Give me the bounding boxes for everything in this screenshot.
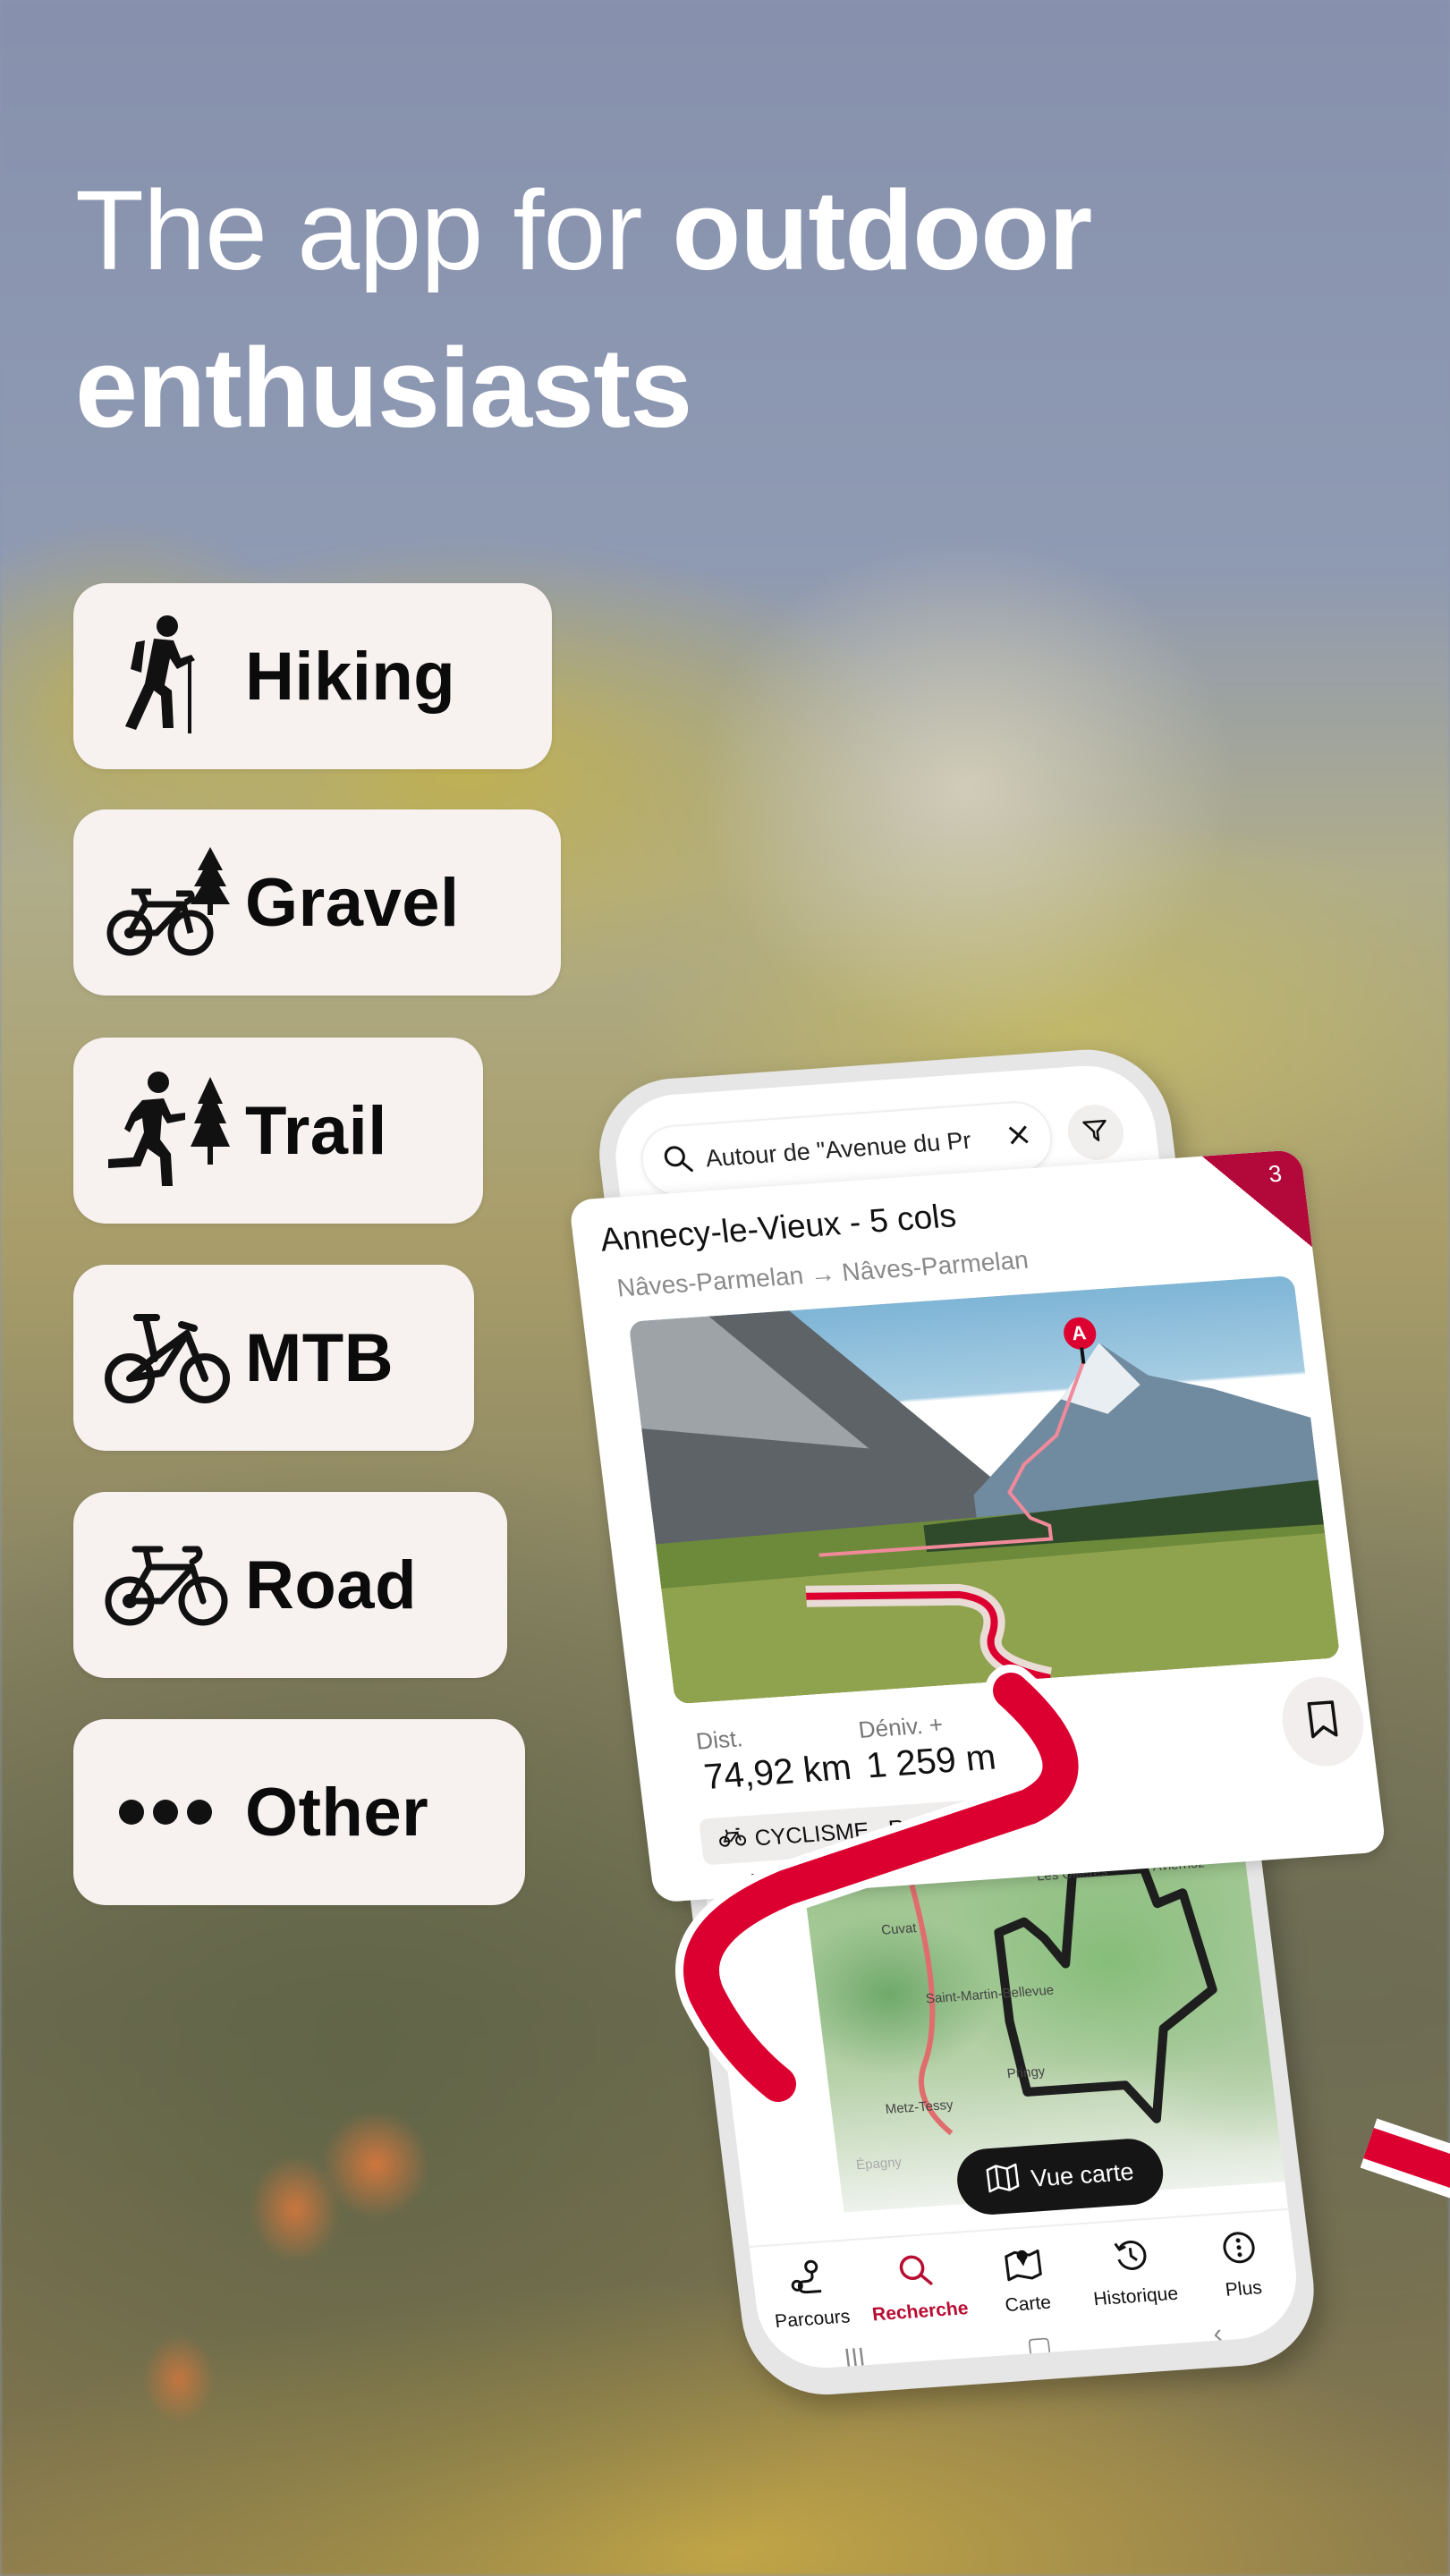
map-pin-icon: [1003, 2243, 1043, 2286]
view-map-button[interactable]: Vue carte: [953, 2136, 1167, 2217]
map-label: Épagny: [855, 2154, 903, 2174]
nav-label: Historique: [1092, 2283, 1180, 2310]
nav-item-plus[interactable]: Plus: [1187, 2226, 1293, 2303]
activity-label: MTB: [245, 1319, 394, 1396]
more-icon: [1218, 2229, 1259, 2272]
activity-pill-other[interactable]: Other: [73, 1719, 525, 1905]
activity-label: Gravel: [245, 864, 460, 941]
back-button[interactable]: ‹: [1211, 2318, 1224, 2349]
rank-badge: 3: [1201, 1149, 1313, 1255]
elevation-value: 1 259 m: [864, 1737, 998, 1786]
search-value: Autour de "Avenue du Pr: [703, 1126, 973, 1172]
activity-chip-label: CYCLISME - ROUTE: [753, 1810, 969, 1851]
headline-bold-2: enthusiasts: [75, 325, 692, 451]
map-icon: [985, 2162, 1022, 2199]
close-icon[interactable]: [1005, 1123, 1032, 1152]
activity-label: Hiking: [245, 638, 456, 715]
activity-pill-mtb[interactable]: MTB: [73, 1265, 474, 1451]
activity-pill-gravel[interactable]: Gravel: [73, 809, 561, 996]
activity-label: Road: [245, 1546, 417, 1623]
distance-value: 74,92 km: [701, 1747, 854, 1798]
headline-bold-1: outdoor: [672, 167, 1092, 293]
activity-pill-hiking[interactable]: Hiking: [73, 583, 552, 769]
activity-pill-road[interactable]: Road: [73, 1492, 507, 1678]
activity-chip: CYCLISME - ROUTE: [698, 1800, 981, 1866]
nav-item-parcours[interactable]: Parcours: [756, 2257, 862, 2334]
history-icon: [1111, 2236, 1151, 2279]
nav-label: Carte: [1004, 2292, 1053, 2317]
activity-pill-trail[interactable]: Trail: [73, 1038, 483, 1224]
road-bike-icon: [717, 1826, 747, 1854]
gravel-bike-tree-icon: [100, 835, 234, 970]
start-marker: A: [1070, 1321, 1088, 1345]
home-button[interactable]: ▢: [1025, 2330, 1055, 2363]
map-label: Pringy: [1005, 2063, 1047, 2082]
filter-icon: [1081, 1115, 1111, 1148]
nav-item-recherche[interactable]: Recherche: [864, 2249, 971, 2326]
nav-item-carte[interactable]: Carte: [971, 2241, 1078, 2318]
runner-tree-icon: [100, 1063, 234, 1198]
elevation-label: Déniv. +: [856, 1710, 945, 1743]
distance-label: Dist.: [694, 1724, 744, 1755]
recents-button[interactable]: |||: [843, 2343, 867, 2372]
search-icon: [661, 1142, 696, 1179]
nav-label: Recherche: [870, 2298, 970, 2326]
map-label: Cuvat: [880, 1920, 918, 1938]
rank-number: 3: [1267, 1159, 1284, 1188]
nav-label: Plus: [1224, 2277, 1264, 2301]
ellipsis-icon: [100, 1745, 234, 1879]
activity-label: Trail: [245, 1092, 387, 1169]
headline-light: The app for: [75, 167, 673, 293]
view-map-label: Vue carte: [1030, 2157, 1136, 2192]
search-icon: [895, 2251, 936, 2294]
activity-label: Other: [245, 1774, 429, 1851]
route-photo: A: [628, 1275, 1341, 1705]
route-icon: [787, 2258, 827, 2301]
hiker-icon: [100, 609, 234, 743]
mountain-bike-icon: [100, 1291, 234, 1425]
route-title: Annecy-le-Vieux - 5 cols: [598, 1197, 959, 1258]
route-card[interactable]: Annecy-le-Vieux - 5 cols Nâves-Parmelan …: [568, 1149, 1387, 1903]
headline: The app for outdoor enthusiasts: [75, 152, 1092, 467]
bookmark-button[interactable]: [1276, 1674, 1369, 1769]
route-subtitle: Nâves-Parmelan → Nâves-Parmelan: [615, 1245, 1030, 1302]
filter-button[interactable]: [1064, 1102, 1127, 1162]
nav-label: Parcours: [773, 2306, 852, 2333]
nav-item-historique[interactable]: Historique: [1080, 2234, 1186, 2311]
bookmark-icon: [1305, 1699, 1341, 1744]
road-bike-icon: [100, 1518, 234, 1652]
